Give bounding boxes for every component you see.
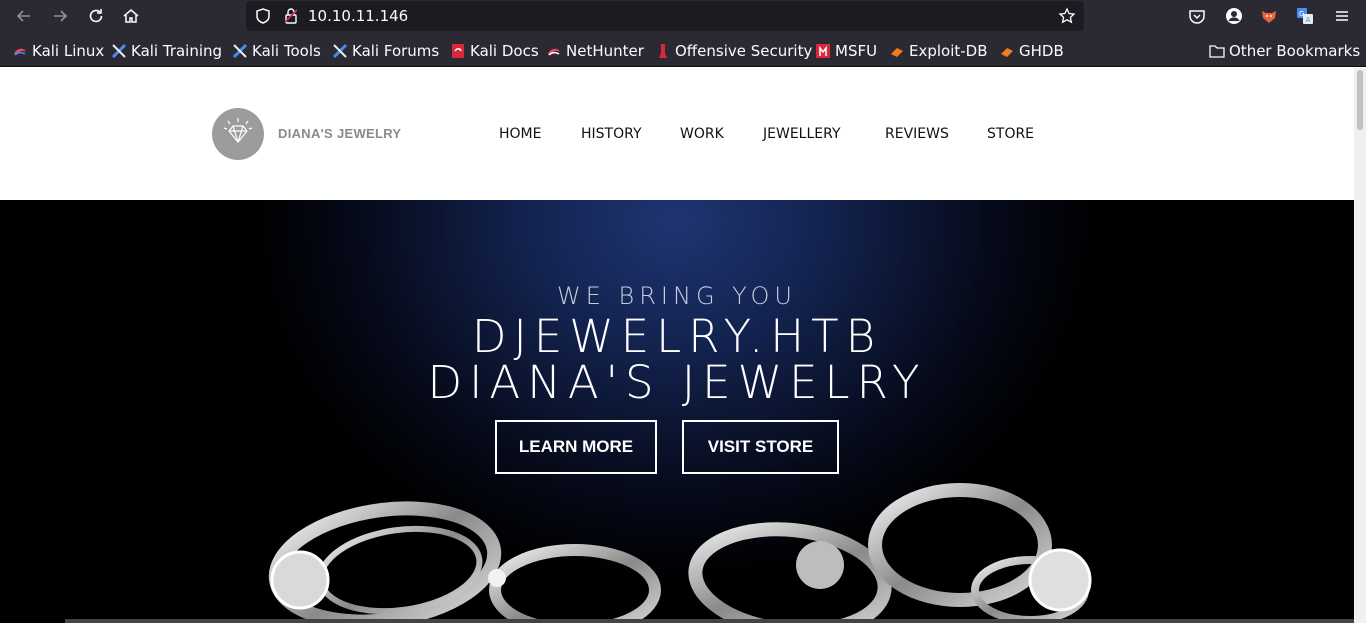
visit-store-button[interactable]: VISIT STORE <box>682 420 839 474</box>
kali-forums-icon <box>332 43 348 59</box>
bookmark-star-icon[interactable] <box>1058 7 1076 25</box>
nav-home[interactable]: HOME <box>499 126 541 142</box>
hero-title-line1: DJEWELRY.HTB <box>471 310 883 363</box>
back-arrow-icon <box>16 10 30 22</box>
bookmark-offensive-security[interactable]: Offensive Security <box>655 41 812 61</box>
back-button[interactable] <box>11 5 37 27</box>
kali-tools-icon <box>232 43 248 59</box>
ghdb-icon <box>999 43 1015 59</box>
svg-text:G: G <box>1299 10 1304 18</box>
home-button[interactable] <box>118 5 144 27</box>
bookmark-msfu[interactable]: MSFU <box>815 41 877 61</box>
forward-button[interactable] <box>47 5 73 27</box>
hamburger-menu-icon[interactable] <box>1333 7 1351 25</box>
nav-store[interactable]: STORE <box>987 126 1034 142</box>
bookmarks-bar: Kali Linux Kali Training Kali Tools Kali… <box>0 34 1366 67</box>
account-icon[interactable] <box>1225 7 1243 25</box>
bookmark-kali-linux[interactable]: Kali Linux <box>12 41 104 61</box>
logo-badge[interactable] <box>212 108 264 160</box>
bookmark-kali-training[interactable]: Kali Training <box>111 41 222 61</box>
scrollbar-thumb[interactable] <box>1357 70 1363 130</box>
learn-more-button[interactable]: LEARN MORE <box>495 420 657 474</box>
bookmark-exploit-db[interactable]: Exploit-DB <box>889 41 988 61</box>
bookmark-kali-forums[interactable]: Kali Forums <box>332 41 439 61</box>
extension-fox-icon[interactable] <box>1260 7 1278 25</box>
diamond-logo-icon <box>223 118 253 143</box>
lock-icon[interactable] <box>282 7 300 25</box>
url-text: 10.10.11.146 <box>308 7 409 25</box>
nav-history[interactable]: HISTORY <box>581 126 642 142</box>
web-page: DIANA'S JEWELRY HOME HISTORY WORK JEWELL… <box>0 68 1354 623</box>
pocket-icon[interactable] <box>1188 7 1206 25</box>
bookmark-nethunter[interactable]: NetHunter <box>546 41 644 61</box>
kali-training-icon <box>111 43 127 59</box>
exploitdb-icon <box>889 43 905 59</box>
kali-docs-icon <box>450 43 466 59</box>
rings-image <box>268 483 1092 623</box>
bookmark-ghdb[interactable]: GHDB <box>999 41 1064 61</box>
reload-icon <box>89 9 103 23</box>
reload-button[interactable] <box>83 5 109 27</box>
bottom-divider <box>65 619 1354 623</box>
address-bar[interactable]: 10.10.11.146 <box>246 1 1084 31</box>
hero-section: WE BRING YOU DJEWELRY.HTB DIANA'S JEWELR… <box>0 200 1354 623</box>
browser-toolbar: 10.10.11.146 GA <box>0 0 1366 34</box>
folder-icon <box>1209 43 1225 59</box>
offsec-icon <box>655 43 671 59</box>
hero-subtitle: WE BRING YOU <box>557 282 797 310</box>
shield-icon[interactable] <box>254 7 272 25</box>
logo-text[interactable]: DIANA'S JEWELRY <box>278 126 401 141</box>
kali-icon <box>12 43 28 59</box>
msfu-icon <box>815 43 831 59</box>
nav-work[interactable]: WORK <box>680 126 724 142</box>
bookmark-kali-docs[interactable]: Kali Docs <box>450 41 539 61</box>
bookmark-kali-tools[interactable]: Kali Tools <box>232 41 321 61</box>
nethunter-icon <box>546 43 562 59</box>
translate-icon[interactable]: GA <box>1296 7 1314 25</box>
site-header: DIANA'S JEWELRY HOME HISTORY WORK JEWELL… <box>0 68 1354 200</box>
forward-arrow-icon <box>54 10 68 22</box>
home-icon <box>123 9 139 23</box>
hero-title-line2: DIANA'S JEWELRY <box>427 356 927 409</box>
page-scrollbar[interactable] <box>1354 68 1366 623</box>
other-bookmarks[interactable]: Other Bookmarks <box>1209 41 1360 61</box>
nav-jewellery[interactable]: JEWELLERY <box>763 126 841 142</box>
svg-text:A: A <box>1306 16 1311 24</box>
nav-reviews[interactable]: REVIEWS <box>885 126 949 142</box>
